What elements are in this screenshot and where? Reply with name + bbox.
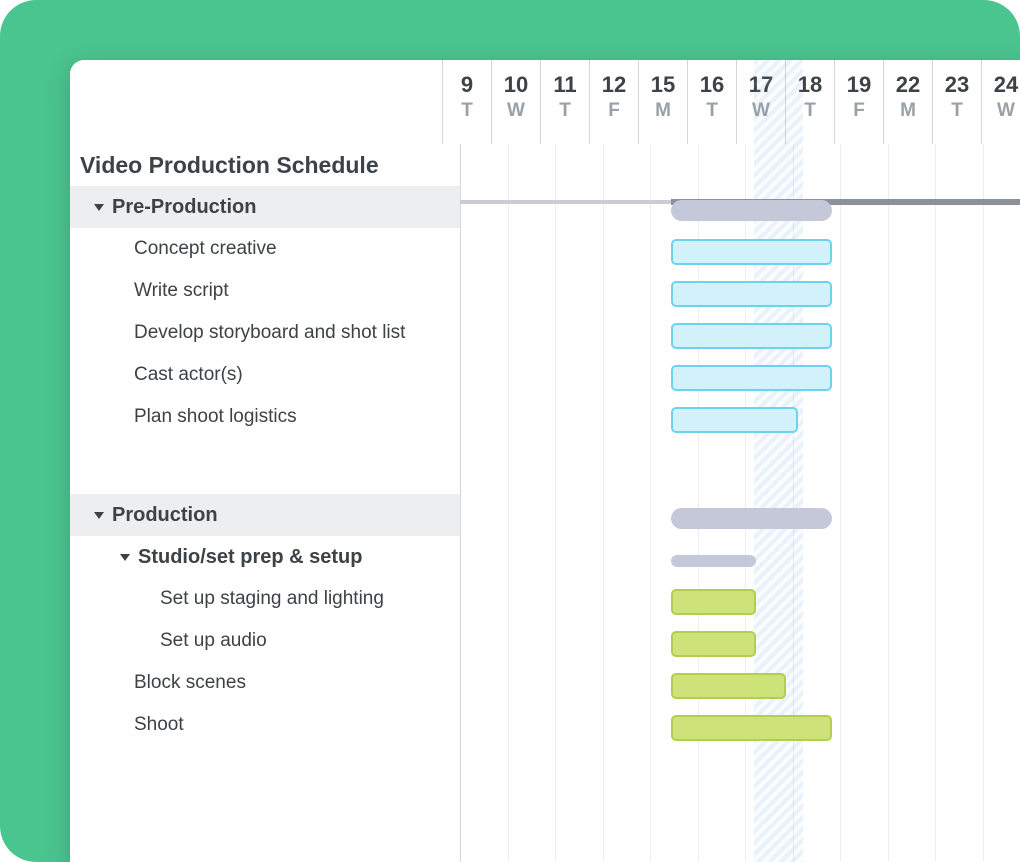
gantt-window: 9T10W11T12F15M16T17W18T19F22M23T24W Vide… bbox=[70, 60, 1020, 862]
day-column[interactable]: 18T bbox=[785, 60, 834, 144]
timeline-header: 9T10W11T12F15M16T17W18T19F22M23T24W bbox=[70, 60, 1020, 144]
day-number: 18 bbox=[786, 72, 834, 98]
day-column[interactable]: 15M bbox=[638, 60, 687, 144]
gantt-bar[interactable] bbox=[671, 365, 833, 391]
day-number: 16 bbox=[688, 72, 736, 98]
day-column[interactable]: 24W bbox=[981, 60, 1020, 144]
content: Video Production Schedule Pre-Production… bbox=[70, 144, 1020, 862]
day-number: 15 bbox=[639, 72, 687, 98]
page-title-row: Video Production Schedule bbox=[70, 144, 460, 186]
day-number: 23 bbox=[933, 72, 981, 98]
gantt-bar[interactable] bbox=[671, 281, 833, 307]
task-concept[interactable]: Concept creative bbox=[70, 228, 460, 270]
gantt-bar[interactable] bbox=[671, 323, 833, 349]
task-staging[interactable]: Set up staging and lighting bbox=[70, 578, 460, 620]
chevron-down-icon bbox=[94, 512, 104, 519]
chevron-down-icon bbox=[94, 204, 104, 211]
gantt-chart[interactable] bbox=[460, 144, 1020, 862]
day-letter: M bbox=[639, 100, 687, 122]
day-number: 22 bbox=[884, 72, 932, 98]
group-production[interactable]: Production bbox=[70, 494, 460, 536]
group-label: Production bbox=[112, 504, 218, 527]
day-letter: T bbox=[443, 100, 491, 122]
day-number: 17 bbox=[737, 72, 785, 98]
day-number: 9 bbox=[443, 72, 491, 98]
page-title: Video Production Schedule bbox=[80, 152, 379, 179]
day-number: 11 bbox=[541, 72, 589, 98]
day-letter: F bbox=[590, 100, 638, 122]
day-letter: M bbox=[884, 100, 932, 122]
day-letter: W bbox=[982, 100, 1020, 122]
gantt-bar[interactable] bbox=[671, 715, 833, 741]
day-column[interactable]: 16T bbox=[687, 60, 736, 144]
task-script[interactable]: Write script bbox=[70, 270, 460, 312]
day-column[interactable]: 17W bbox=[736, 60, 785, 144]
day-letter: W bbox=[492, 100, 540, 122]
gantt-bar[interactable] bbox=[671, 631, 757, 657]
subgroup-studio[interactable]: Studio/set prep & setup bbox=[70, 536, 460, 578]
task-storyboard[interactable]: Develop storyboard and shot list bbox=[70, 312, 460, 354]
day-number: 12 bbox=[590, 72, 638, 98]
gantt-bar[interactable] bbox=[671, 407, 798, 433]
day-column[interactable]: 23T bbox=[932, 60, 981, 144]
day-letter: T bbox=[688, 100, 736, 122]
gantt-bar[interactable] bbox=[671, 200, 833, 221]
app-frame: 9T10W11T12F15M16T17W18T19F22M23T24W Vide… bbox=[0, 0, 1020, 862]
gantt-bar[interactable] bbox=[671, 673, 786, 699]
group-label: Pre-Production bbox=[112, 196, 256, 219]
task-logistics[interactable]: Plan shoot logistics bbox=[70, 396, 460, 438]
day-column[interactable]: 9T bbox=[442, 60, 491, 144]
day-column[interactable]: 22M bbox=[883, 60, 932, 144]
gantt-bar[interactable] bbox=[671, 508, 833, 529]
day-letter: T bbox=[933, 100, 981, 122]
chevron-down-icon bbox=[120, 554, 130, 561]
day-column[interactable]: 11T bbox=[540, 60, 589, 144]
day-column[interactable]: 19F bbox=[834, 60, 883, 144]
day-column[interactable]: 12F bbox=[589, 60, 638, 144]
day-letter: F bbox=[835, 100, 883, 122]
gantt-bar[interactable] bbox=[671, 589, 757, 615]
day-letter: T bbox=[786, 100, 834, 122]
day-number: 24 bbox=[982, 72, 1020, 98]
day-number: 10 bbox=[492, 72, 540, 98]
day-letter: W bbox=[737, 100, 785, 122]
overall-bar-segment bbox=[460, 200, 671, 204]
day-column[interactable]: 10W bbox=[491, 60, 540, 144]
task-audio[interactable]: Set up audio bbox=[70, 620, 460, 662]
group-preproduction[interactable]: Pre-Production bbox=[70, 186, 460, 228]
day-number: 19 bbox=[835, 72, 883, 98]
day-letter: T bbox=[541, 100, 589, 122]
task-sidebar: Video Production Schedule Pre-Production… bbox=[70, 144, 460, 862]
gantt-bar[interactable] bbox=[671, 239, 833, 265]
task-cast[interactable]: Cast actor(s) bbox=[70, 354, 460, 396]
task-block[interactable]: Block scenes bbox=[70, 662, 460, 704]
gantt-bar[interactable] bbox=[671, 555, 757, 567]
task-shoot[interactable]: Shoot bbox=[70, 704, 460, 746]
